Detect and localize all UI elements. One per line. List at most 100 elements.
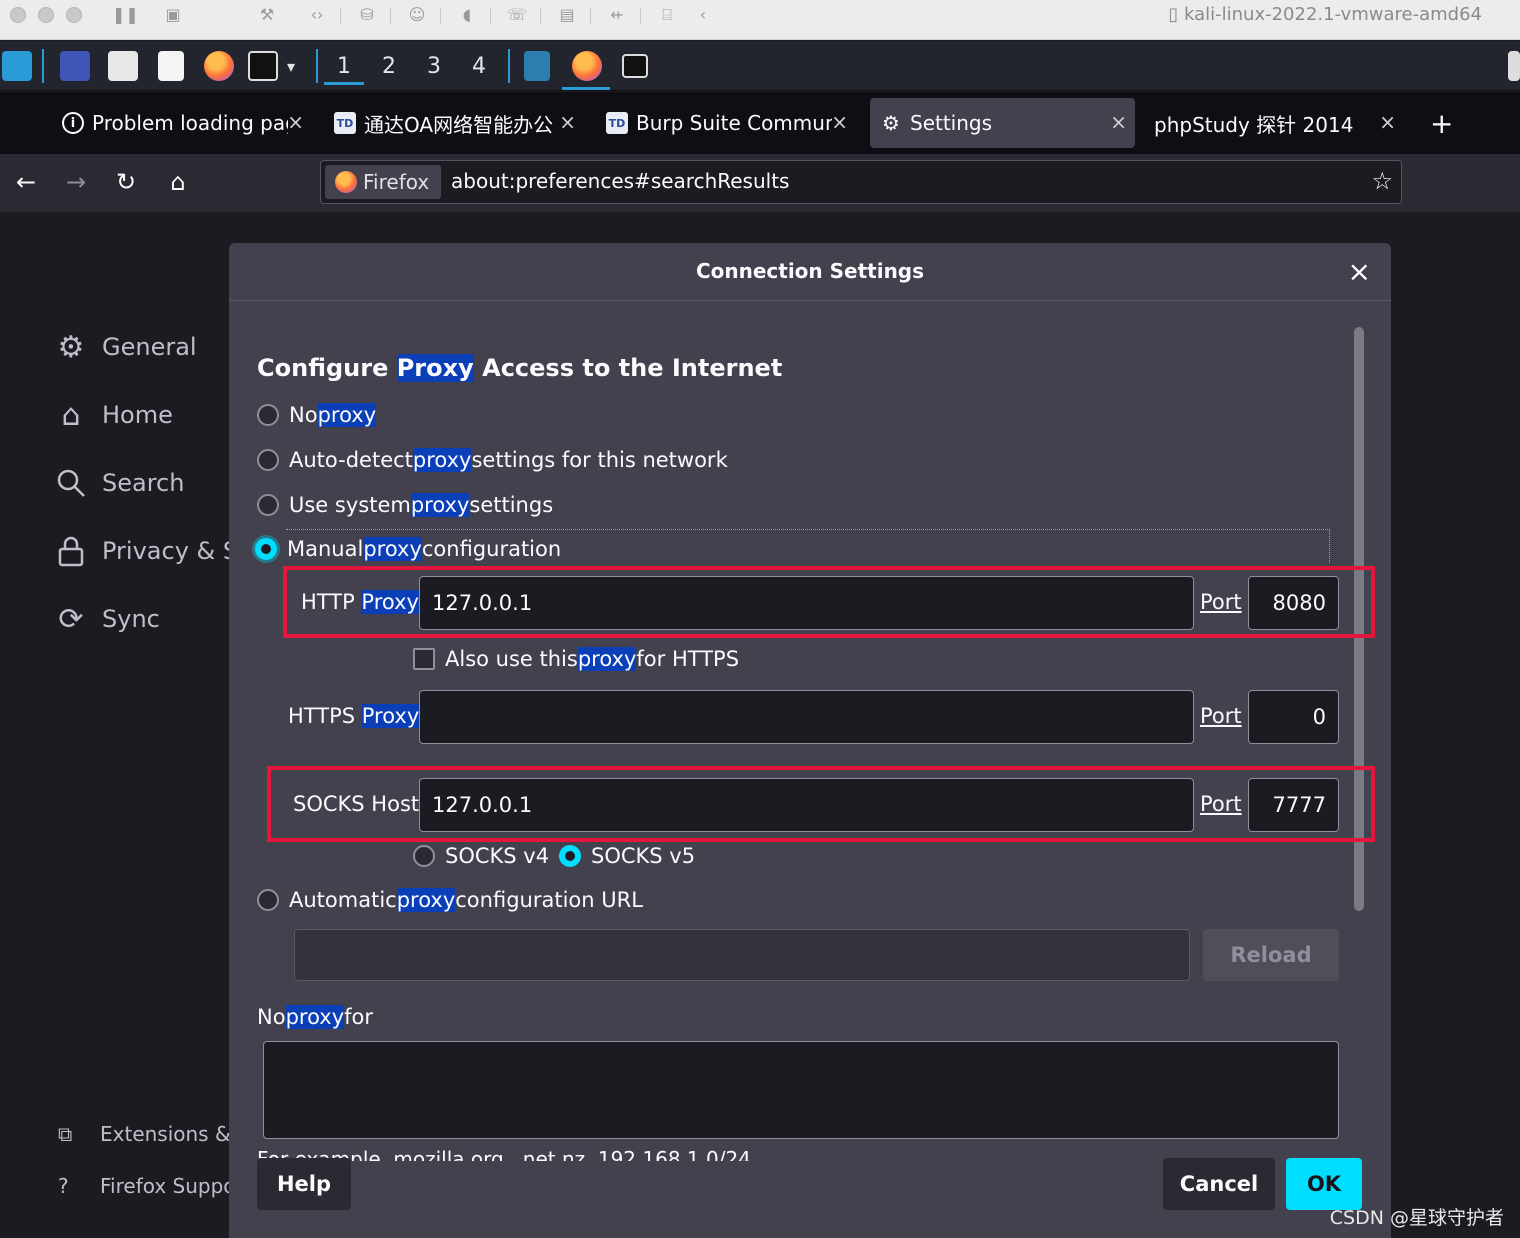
forward-arrow-icon[interactable]: → — [60, 166, 92, 198]
sidebar-item-general[interactable]: ⚙ General — [54, 330, 197, 365]
user-icon[interactable]: ☺ — [406, 5, 428, 25]
tab-problem-loading[interactable]: i Problem loading pag × — [52, 98, 312, 148]
workspace-3[interactable]: 3 — [414, 49, 454, 85]
socks-v5-radio[interactable] — [559, 845, 581, 867]
sidebar-item-support[interactable]: ? Firefox Suppo — [58, 1174, 236, 1198]
show-desktop-icon[interactable] — [60, 51, 90, 81]
tray-icon[interactable] — [1508, 51, 1520, 81]
manual-proxy-radio[interactable] — [255, 538, 277, 560]
sidebar-item-search[interactable]: Search — [54, 466, 184, 500]
watermark: CSDN @星球守护者 — [1329, 1207, 1504, 1229]
home-icon[interactable]: ⌂ — [162, 166, 194, 198]
bookmark-star-icon[interactable]: ☆ — [1371, 167, 1393, 195]
close-tab-icon[interactable]: × — [287, 110, 304, 134]
vmware-titlebar: ❚❚ ▣ ⚒ ‹› ⛁ ☺ ◖ ☏ ▤ ⇷ ⌸ ‹ ▯ kali-linux-2… — [0, 0, 1520, 40]
socks-v4-radio[interactable] — [413, 845, 435, 867]
close-tab-icon[interactable]: × — [559, 110, 576, 134]
also-https-checkbox[interactable] — [413, 648, 435, 670]
sidebar-item-extensions[interactable]: ⧉ Extensions & T — [58, 1122, 249, 1146]
reload-icon[interactable]: ↻ — [110, 166, 142, 198]
chevron-left-icon[interactable]: ‹ — [692, 5, 714, 25]
zoom-window-button[interactable] — [66, 7, 82, 23]
code-icon[interactable]: ‹› — [306, 5, 328, 25]
navigation-toolbar: ← → ↻ ⌂ Firefox about:preferences#search… — [0, 154, 1520, 212]
terminal-launcher-icon[interactable] — [248, 51, 278, 81]
close-tab-icon[interactable]: × — [1110, 110, 1127, 134]
firefox-launcher-icon[interactable] — [204, 51, 234, 81]
auto-detect-option[interactable]: Auto-detect proxy settings for this netw… — [257, 448, 728, 472]
divider — [490, 8, 491, 24]
divider — [340, 8, 341, 24]
workspace-4[interactable]: 4 — [459, 49, 499, 85]
close-tab-icon[interactable]: × — [1379, 110, 1396, 134]
tab-burp-suite[interactable]: TD Burp Suite Communi × — [596, 98, 856, 148]
url-input[interactable]: about:preferences#searchResults — [451, 169, 789, 193]
phone-icon[interactable]: ☏ — [506, 5, 528, 25]
annotation-box-socks — [267, 766, 1375, 842]
https-proxy-input[interactable] — [419, 690, 1194, 744]
no-proxy-option[interactable]: No proxy — [257, 403, 377, 427]
new-tab-button[interactable]: + — [1420, 98, 1460, 148]
snapshot-icon[interactable]: ▣ — [162, 5, 184, 25]
panel-separator — [316, 49, 318, 83]
vm-title: ▯ kali-linux-2022.1-vmware-amd64 — [1168, 4, 1482, 25]
printer-icon[interactable]: ▤ — [556, 5, 578, 25]
active-window-indicator — [562, 87, 610, 90]
back-arrow-icon[interactable]: ← — [10, 166, 42, 198]
also-https-option[interactable]: Also use this proxy for HTTPS — [413, 647, 739, 671]
auto-proxy-url-input[interactable] — [294, 929, 1190, 981]
folder-share-icon[interactable]: ⌸ — [656, 5, 678, 25]
file-manager-icon[interactable] — [108, 51, 138, 81]
sidebar-item-privacy[interactable]: Privacy & Se — [54, 534, 253, 568]
divider — [540, 8, 541, 24]
kali-menu-icon[interactable] — [2, 51, 32, 81]
dialog-header: Connection Settings × — [229, 243, 1391, 301]
firefox-icon — [335, 171, 357, 193]
text-editor-icon[interactable] — [158, 51, 184, 81]
socks-v4-option[interactable]: SOCKS v4 — [413, 844, 549, 868]
close-window-button[interactable] — [10, 7, 26, 23]
dialog-title: Connection Settings — [695, 259, 925, 283]
reload-button[interactable]: Reload — [1203, 929, 1339, 981]
manual-proxy-option[interactable]: Manual proxy configuration — [255, 537, 561, 561]
no-proxy-radio[interactable] — [257, 404, 279, 426]
identity-box[interactable]: Firefox — [325, 165, 441, 199]
divider — [390, 8, 391, 24]
workspace-1[interactable]: 1 — [324, 49, 364, 85]
wrench-icon[interactable]: ⚒ — [256, 5, 278, 25]
auto-proxy-url-radio[interactable] — [257, 889, 279, 911]
sync-icon: ⟳ — [58, 601, 84, 637]
close-tab-icon[interactable]: × — [831, 110, 848, 134]
gear-icon: ⚙ — [882, 111, 900, 135]
chevron-down-icon[interactable]: ▾ — [276, 49, 306, 85]
document-icon: ▯ — [1168, 4, 1184, 25]
auto-proxy-url-option[interactable]: Automatic proxy configuration URL — [257, 888, 643, 912]
drive-icon[interactable]: ⛁ — [356, 5, 378, 25]
pause-icon[interactable]: ❚❚ — [112, 5, 139, 25]
close-icon[interactable]: × — [1348, 255, 1371, 288]
lock-icon — [54, 534, 88, 568]
socks-v5-option[interactable]: SOCKS v5 — [559, 844, 695, 868]
speaker-icon[interactable]: ◖ — [456, 5, 478, 25]
sidebar-item-home[interactable]: ⌂ Home — [54, 398, 172, 433]
system-proxy-option[interactable]: Use system proxy settings — [257, 493, 553, 517]
terminal-taskbar-icon[interactable] — [622, 54, 648, 78]
system-proxy-radio[interactable] — [257, 494, 279, 516]
url-bar[interactable]: Firefox about:preferences#searchResults … — [320, 160, 1402, 204]
firefox-taskbar-icon[interactable] — [572, 51, 602, 81]
tab-phpstudy[interactable]: phpStudy 探针 2014 × — [1144, 98, 1404, 148]
help-button[interactable]: Help — [257, 1158, 351, 1210]
tab-strip: i Problem loading pag × TD 通达OA网络智能办公 × … — [0, 92, 1520, 154]
auto-detect-radio[interactable] — [257, 449, 279, 471]
info-icon: i — [62, 112, 84, 134]
no-proxy-for-textarea[interactable] — [263, 1041, 1339, 1139]
burp-taskbar-icon[interactable] — [524, 51, 550, 81]
tab-tongda-oa[interactable]: TD 通达OA网络智能办公 × — [324, 98, 584, 148]
workspace-2[interactable]: 2 — [369, 49, 409, 85]
tab-settings[interactable]: ⚙ Settings × — [870, 98, 1135, 148]
minimize-window-button[interactable] — [38, 7, 54, 23]
https-port-input[interactable]: 0 — [1248, 690, 1339, 744]
cancel-button[interactable]: Cancel — [1163, 1158, 1275, 1210]
usb-icon[interactable]: ⇷ — [606, 5, 628, 25]
sidebar-item-sync[interactable]: ⟳ Sync — [54, 601, 159, 637]
